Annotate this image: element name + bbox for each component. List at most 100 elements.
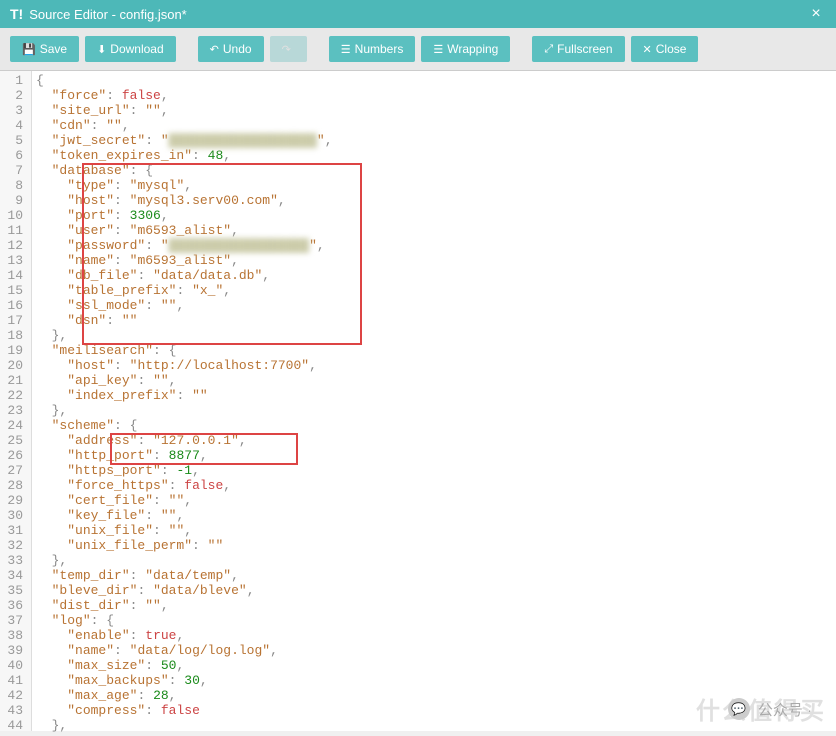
line-number: 21 bbox=[4, 373, 23, 388]
save-button[interactable]: 💾Save bbox=[10, 36, 79, 62]
fullscreen-label: Fullscreen bbox=[557, 42, 612, 56]
code-line[interactable]: "dist_dir": "", bbox=[36, 598, 832, 613]
wrap-icon: ☰ bbox=[433, 43, 443, 56]
code-line[interactable]: "port": 3306, bbox=[36, 208, 832, 223]
line-number: 33 bbox=[4, 553, 23, 568]
wechat-icon: 💬 bbox=[728, 698, 750, 720]
code-line[interactable]: "temp_dir": "data/temp", bbox=[36, 568, 832, 583]
code-line[interactable]: "log": { bbox=[36, 613, 832, 628]
line-number: 39 bbox=[4, 643, 23, 658]
wrapping-button[interactable]: ☰ Wrapping bbox=[421, 36, 510, 62]
code-line[interactable]: }, bbox=[36, 403, 832, 418]
line-number: 40 bbox=[4, 658, 23, 673]
undo-icon: ↶ bbox=[210, 43, 219, 56]
line-number: 25 bbox=[4, 433, 23, 448]
line-number: 32 bbox=[4, 538, 23, 553]
code-line[interactable]: "cdn": "", bbox=[36, 118, 832, 133]
line-number: 11 bbox=[4, 223, 23, 238]
code-line[interactable]: "name": "m6593_alist", bbox=[36, 253, 832, 268]
line-number: 44 bbox=[4, 718, 23, 733]
code-line[interactable]: "api_key": "", bbox=[36, 373, 832, 388]
code-line[interactable]: "http_port": 8877, bbox=[36, 448, 832, 463]
watermark-sub: 💬 公众号 · bbox=[728, 698, 812, 720]
code-line[interactable]: "db_file": "data/data.db", bbox=[36, 268, 832, 283]
watermark-sub-text: 公众号 · bbox=[758, 699, 812, 720]
save-label: Save bbox=[40, 42, 67, 56]
line-number: 29 bbox=[4, 493, 23, 508]
code-line[interactable]: "host": "mysql3.serv00.com", bbox=[36, 193, 832, 208]
code-line[interactable]: "ssl_mode": "", bbox=[36, 298, 832, 313]
fullscreen-button[interactable]: ⤢Fullscreen bbox=[532, 36, 624, 62]
wrapping-label: Wrapping bbox=[447, 42, 498, 56]
line-number: 42 bbox=[4, 688, 23, 703]
code-line[interactable]: "cert_file": "", bbox=[36, 493, 832, 508]
line-number: 30 bbox=[4, 508, 23, 523]
code-line[interactable]: "index_prefix": "" bbox=[36, 388, 832, 403]
numbers-button[interactable]: ☰Numbers bbox=[329, 36, 416, 62]
code-editor[interactable]: 1234567891011121314151617181920212223242… bbox=[0, 71, 836, 731]
download-button[interactable]: ⬇Download bbox=[85, 36, 176, 62]
code-line[interactable]: "token_expires_in": 48, bbox=[36, 148, 832, 163]
code-line[interactable]: }, bbox=[36, 553, 832, 568]
line-number: 19 bbox=[4, 343, 23, 358]
line-number: 41 bbox=[4, 673, 23, 688]
code-line[interactable]: "max_backups": 30, bbox=[36, 673, 832, 688]
code-line[interactable]: "database": { bbox=[36, 163, 832, 178]
code-line[interactable]: "host": "http://localhost:7700", bbox=[36, 358, 832, 373]
numbers-label: Numbers bbox=[355, 42, 404, 56]
app-icon: T! bbox=[10, 6, 23, 22]
code-line[interactable]: "scheme": { bbox=[36, 418, 832, 433]
line-number: 36 bbox=[4, 598, 23, 613]
code-line[interactable]: "password": "██████████████████", bbox=[36, 238, 832, 253]
download-icon: ⬇ bbox=[97, 43, 106, 56]
line-number: 10 bbox=[4, 208, 23, 223]
line-number: 5 bbox=[4, 133, 23, 148]
code-line[interactable]: "force_https": false, bbox=[36, 478, 832, 493]
code-line[interactable]: "meilisearch": { bbox=[36, 343, 832, 358]
code-line[interactable]: "type": "mysql", bbox=[36, 178, 832, 193]
line-number: 28 bbox=[4, 478, 23, 493]
close-icon[interactable]: × bbox=[806, 4, 826, 24]
code-line[interactable]: "jwt_secret": "███████████████████", bbox=[36, 133, 832, 148]
redo-icon: ↷ bbox=[282, 43, 291, 56]
titlebar: T! Source Editor - config.json* × bbox=[0, 0, 836, 28]
code-area[interactable]: { "force": false, "site_url": "", "cdn":… bbox=[32, 71, 836, 731]
code-line[interactable]: "bleve_dir": "data/bleve", bbox=[36, 583, 832, 598]
line-number: 20 bbox=[4, 358, 23, 373]
code-line[interactable]: "user": "m6593_alist", bbox=[36, 223, 832, 238]
line-number: 22 bbox=[4, 388, 23, 403]
code-line[interactable]: "key_file": "", bbox=[36, 508, 832, 523]
code-line[interactable]: "dsn": "" bbox=[36, 313, 832, 328]
code-line[interactable]: "name": "data/log/log.log", bbox=[36, 643, 832, 658]
redo-button: ↷ bbox=[270, 36, 307, 62]
undo-button[interactable]: ↶Undo bbox=[198, 36, 264, 62]
line-number: 16 bbox=[4, 298, 23, 313]
line-number: 17 bbox=[4, 313, 23, 328]
code-line[interactable]: { bbox=[36, 73, 832, 88]
code-line[interactable]: "unix_file_perm": "" bbox=[36, 538, 832, 553]
line-number: 15 bbox=[4, 283, 23, 298]
line-number: 35 bbox=[4, 583, 23, 598]
code-line[interactable]: "unix_file": "", bbox=[36, 523, 832, 538]
code-line[interactable]: "max_size": 50, bbox=[36, 658, 832, 673]
line-number: 6 bbox=[4, 148, 23, 163]
line-number: 7 bbox=[4, 163, 23, 178]
code-line[interactable]: "table_prefix": "x_", bbox=[36, 283, 832, 298]
line-number: 34 bbox=[4, 568, 23, 583]
line-number: 12 bbox=[4, 238, 23, 253]
line-number: 1 bbox=[4, 73, 23, 88]
line-gutter: 1234567891011121314151617181920212223242… bbox=[0, 71, 32, 731]
line-number: 2 bbox=[4, 88, 23, 103]
line-number: 24 bbox=[4, 418, 23, 433]
code-line[interactable]: }, bbox=[36, 328, 832, 343]
code-line[interactable]: "force": false, bbox=[36, 88, 832, 103]
line-number: 26 bbox=[4, 448, 23, 463]
code-line[interactable]: "address": "127.0.0.1", bbox=[36, 433, 832, 448]
line-number: 37 bbox=[4, 613, 23, 628]
code-line[interactable]: "https_port": -1, bbox=[36, 463, 832, 478]
close-button[interactable]: ✕Close bbox=[631, 36, 699, 62]
line-number: 8 bbox=[4, 178, 23, 193]
code-line[interactable]: "enable": true, bbox=[36, 628, 832, 643]
code-line[interactable]: "site_url": "", bbox=[36, 103, 832, 118]
line-number: 18 bbox=[4, 328, 23, 343]
